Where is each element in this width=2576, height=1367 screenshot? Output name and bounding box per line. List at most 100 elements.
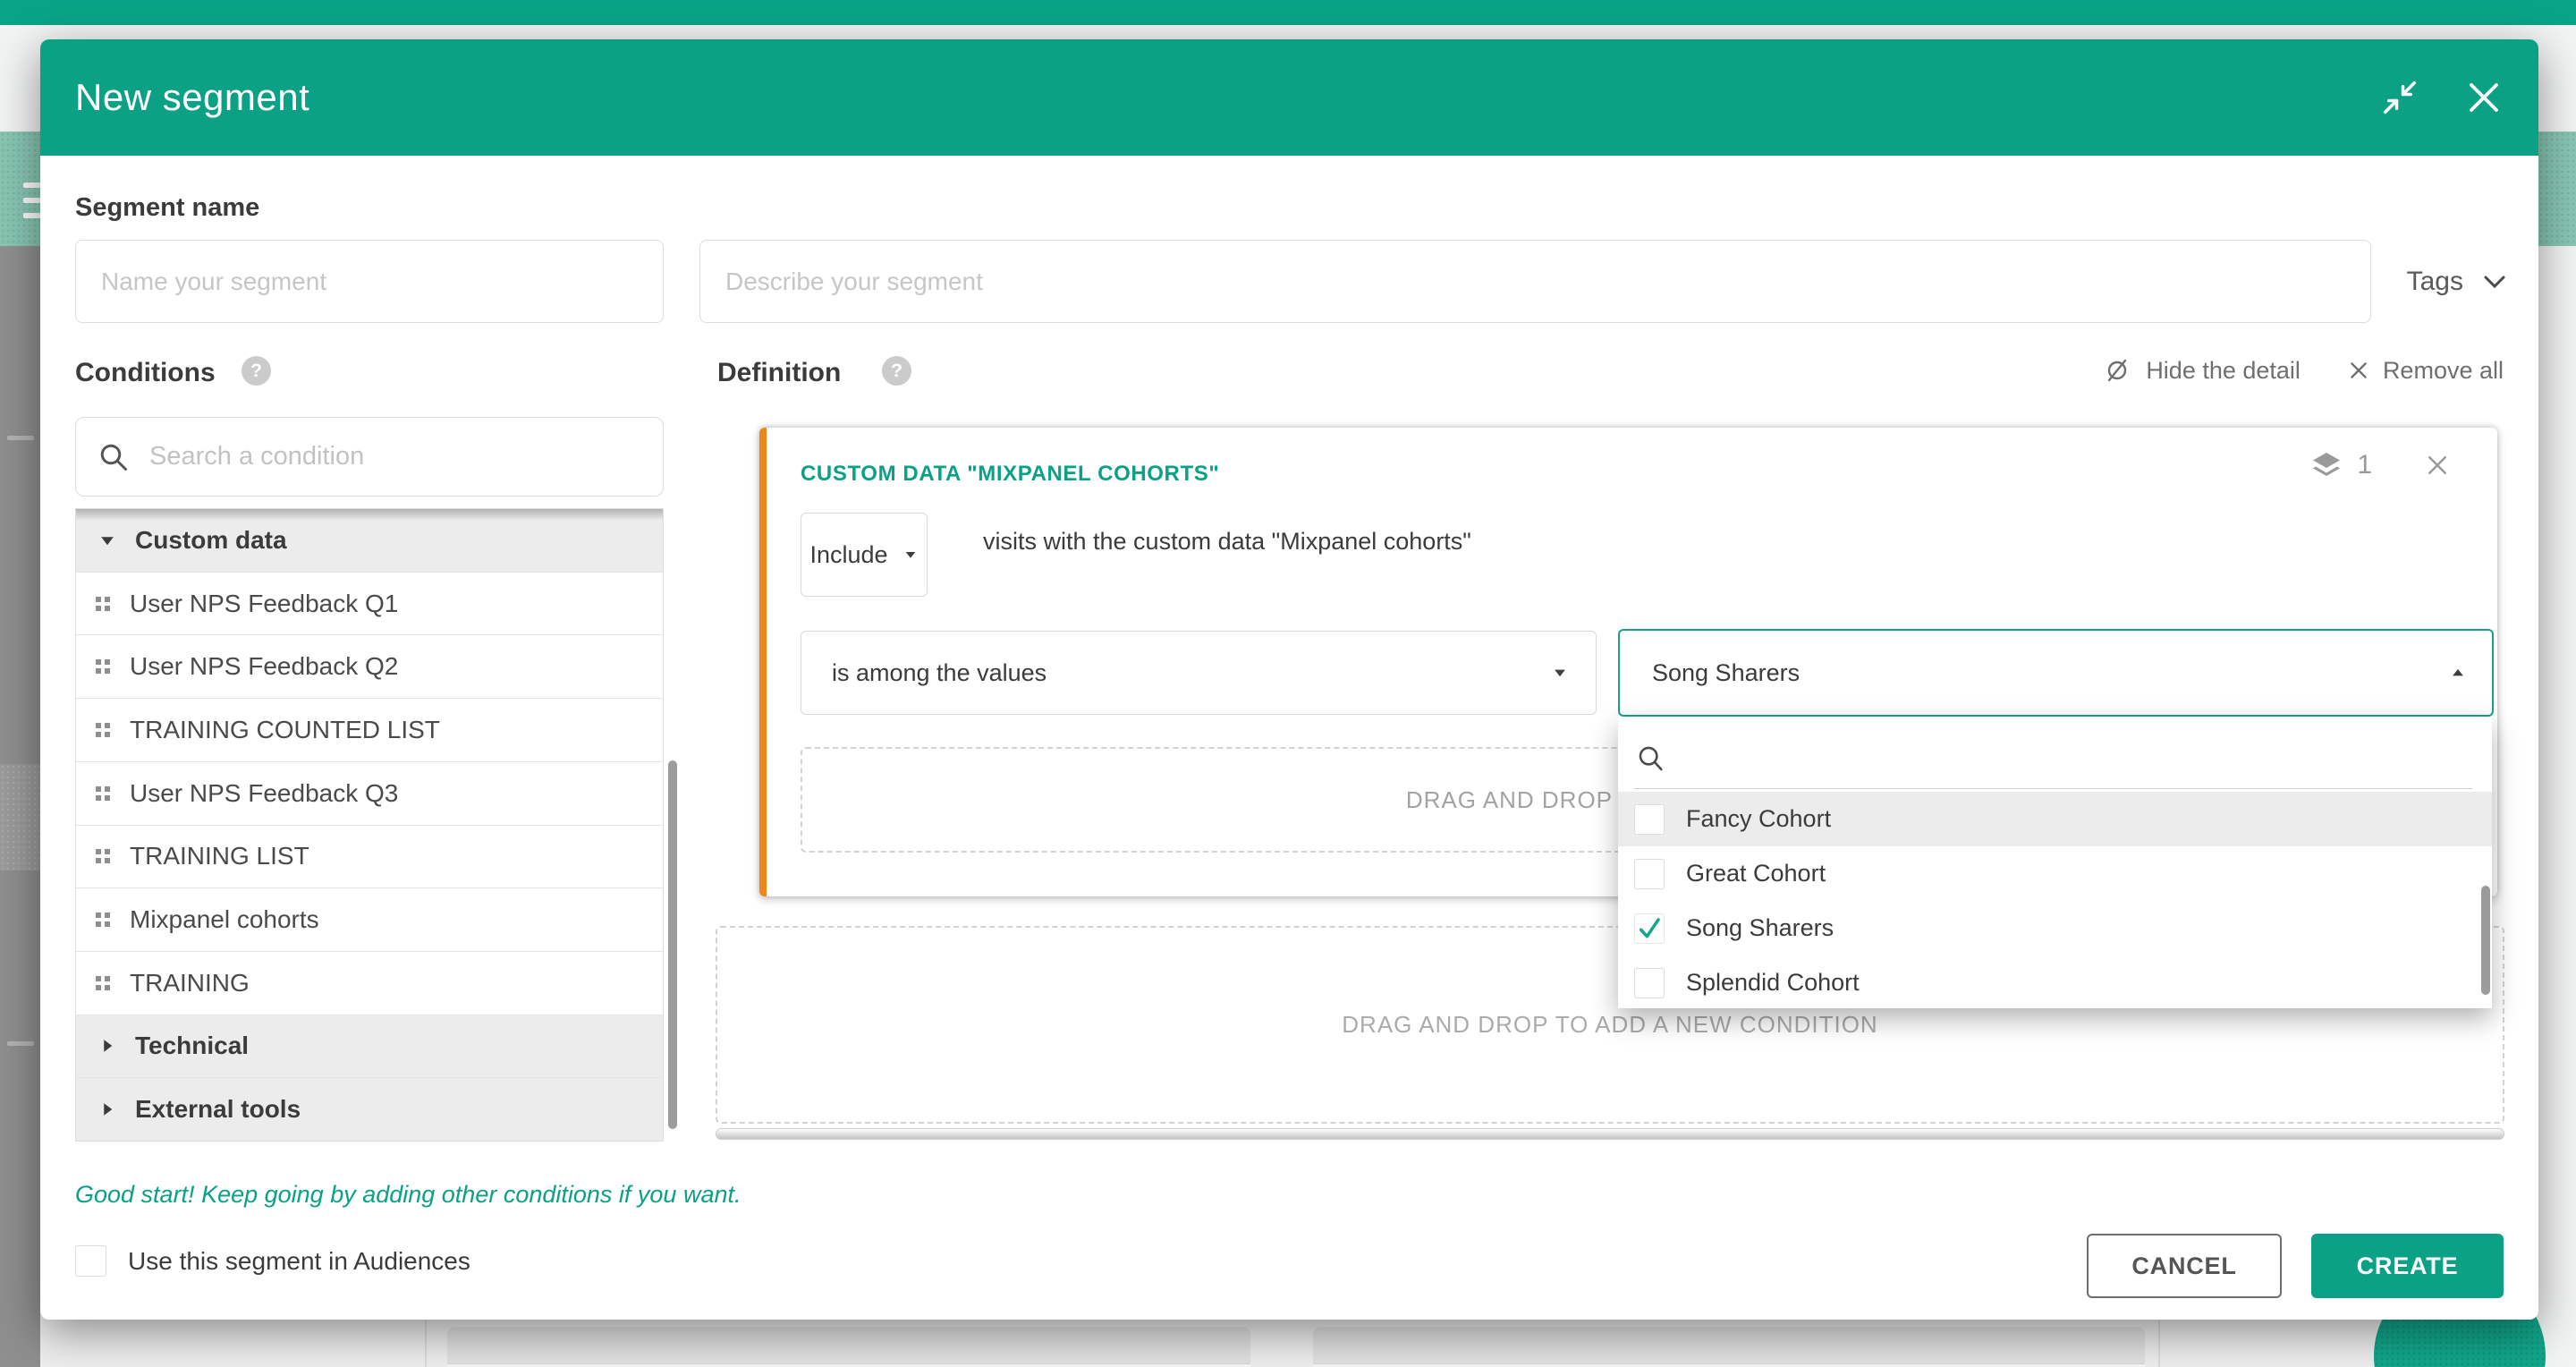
conditions-list: Custom data User NPS Feedback Q1 User NP… <box>75 508 664 1142</box>
remove-all-button[interactable]: Remove all <box>2347 357 2504 385</box>
chevron-down-icon <box>2481 268 2508 295</box>
condition-group-technical[interactable]: Technical <box>76 1015 663 1078</box>
option-label: Great Cohort <box>1686 860 1826 887</box>
help-icon[interactable]: ? <box>882 356 911 386</box>
dropdown-divider <box>1634 788 2472 789</box>
condition-card-title: CUSTOM DATA "MIXPANEL COHORTS" <box>801 462 1219 487</box>
drag-handle-icon[interactable] <box>96 786 110 801</box>
sidebar-separator <box>7 1041 34 1046</box>
condition-item[interactable]: TRAINING <box>76 951 663 1015</box>
condition-search <box>75 417 664 497</box>
group-label: Custom data <box>135 526 287 555</box>
checkbox-unchecked[interactable] <box>1634 804 1665 835</box>
audiences-label: Use this segment in Audiences <box>128 1247 470 1276</box>
definition-horizontal-scrollbar[interactable] <box>716 1128 2504 1140</box>
condition-card-tools: 1 <box>2310 449 2451 481</box>
condition-item[interactable]: TRAINING LIST <box>76 825 663 888</box>
condition-search-input[interactable] <box>149 442 641 471</box>
dropdown-option-song-sharers[interactable]: Song Sharers <box>1618 901 2492 955</box>
segment-name-input[interactable] <box>75 240 664 323</box>
condition-item-label: TRAINING COUNTED LIST <box>130 716 440 744</box>
tags-label: Tags <box>2407 267 2463 297</box>
hide-detail-icon <box>2101 354 2133 386</box>
sidebar-active-item <box>0 764 40 870</box>
audiences-option: Use this segment in Audiences <box>75 1245 470 1277</box>
dropdown-option-splendid-cohort[interactable]: Splendid Cohort <box>1618 955 2492 1010</box>
definition-actions: Hide the detail Remove all <box>2101 354 2504 386</box>
condition-group-custom-data[interactable]: Custom data <box>76 509 663 572</box>
condition-item-label: TRAINING <box>130 969 250 998</box>
layers-icon[interactable] <box>2310 449 2343 481</box>
triangle-down-icon <box>99 532 115 548</box>
app-content-dimmed <box>40 1320 2538 1367</box>
dropdown-option-great-cohort[interactable]: Great Cohort <box>1618 846 2492 901</box>
modal-title: New segment <box>75 76 309 119</box>
operator-select[interactable]: is among the values <box>801 631 1597 715</box>
collapse-icon[interactable] <box>2381 79 2419 116</box>
conditions-scrollbar[interactable] <box>668 760 677 1129</box>
background-panel <box>1313 1327 2145 1367</box>
drag-handle-icon[interactable] <box>96 976 110 990</box>
condition-item-label: User NPS Feedback Q2 <box>130 652 398 681</box>
group-label: Technical <box>135 1032 249 1060</box>
checkbox-checked[interactable] <box>1634 913 1665 944</box>
condition-item-label: Mixpanel cohorts <box>130 905 319 934</box>
condition-item[interactable]: User NPS Feedback Q3 <box>76 761 663 825</box>
include-select[interactable]: Include <box>801 513 928 597</box>
value-select[interactable]: Song Sharers <box>1618 629 2494 717</box>
modal-header: New segment <box>40 39 2538 156</box>
background-panel <box>447 1327 1250 1367</box>
cancel-button[interactable]: CANCEL <box>2087 1234 2282 1298</box>
content-divider <box>2158 1320 2160 1367</box>
close-icon[interactable] <box>2465 79 2503 116</box>
operator-value: is among the values <box>832 659 1551 687</box>
option-label: Fancy Cohort <box>1686 805 1831 833</box>
dropdown-search <box>1636 733 2470 785</box>
dropdown-search-input[interactable] <box>1682 745 2470 773</box>
audiences-checkbox[interactable] <box>75 1245 106 1277</box>
tags-dropdown[interactable]: Tags <box>2407 240 2508 323</box>
close-icon[interactable] <box>2424 452 2451 479</box>
drag-handle-icon[interactable] <box>96 913 110 927</box>
remove-all-icon <box>2347 359 2370 382</box>
drag-handle-icon[interactable] <box>96 597 110 611</box>
condition-item-label: User NPS Feedback Q3 <box>130 779 398 808</box>
layers-count: 1 <box>2357 450 2372 480</box>
drop-zone-new-label: DRAG AND DROP TO ADD A NEW CONDITION <box>1342 1011 1877 1039</box>
search-icon <box>97 441 130 473</box>
caret-down-icon <box>1551 664 1569 682</box>
create-button[interactable]: CREATE <box>2311 1234 2504 1298</box>
dropdown-scrollbar[interactable] <box>2481 886 2490 995</box>
menu-icon[interactable] <box>23 183 41 228</box>
caret-down-icon <box>902 547 919 563</box>
hide-detail-button[interactable]: Hide the detail <box>2101 354 2301 386</box>
checkbox-unchecked[interactable] <box>1634 859 1665 889</box>
conditions-title: Conditions <box>75 358 216 388</box>
condition-item[interactable]: User NPS Feedback Q1 <box>76 572 663 635</box>
option-label: Splendid Cohort <box>1686 969 1860 997</box>
drag-handle-icon[interactable] <box>96 723 110 737</box>
new-segment-modal: New segment Segment name Tags Conditions… <box>40 39 2538 1320</box>
help-icon[interactable]: ? <box>242 356 271 386</box>
sidebar-separator <box>7 436 34 440</box>
condition-item[interactable]: User NPS Feedback Q2 <box>76 634 663 698</box>
app-top-bar <box>0 0 2576 25</box>
condition-group-external-tools[interactable]: External tools <box>76 1077 663 1141</box>
remove-all-label: Remove all <box>2383 357 2504 385</box>
search-icon <box>1636 743 1666 774</box>
value-selected: Song Sharers <box>1652 659 2449 687</box>
dropdown-option-fancy-cohort[interactable]: Fancy Cohort <box>1618 792 2492 846</box>
drag-handle-icon[interactable] <box>96 849 110 863</box>
segment-name-label: Segment name <box>75 193 259 223</box>
group-label: External tools <box>135 1095 301 1124</box>
condition-item[interactable]: Mixpanel cohorts <box>76 887 663 951</box>
progress-hint: Good start! Keep going by adding other c… <box>75 1181 741 1209</box>
condition-item-label: User NPS Feedback Q1 <box>130 590 398 618</box>
segment-description-input[interactable] <box>699 240 2371 323</box>
condition-item[interactable]: TRAINING COUNTED LIST <box>76 698 663 761</box>
triangle-right-icon <box>99 1101 115 1117</box>
drag-handle-icon[interactable] <box>96 659 110 674</box>
caret-up-icon <box>2449 664 2467 682</box>
include-value: Include <box>809 541 887 569</box>
checkbox-unchecked[interactable] <box>1634 968 1665 998</box>
